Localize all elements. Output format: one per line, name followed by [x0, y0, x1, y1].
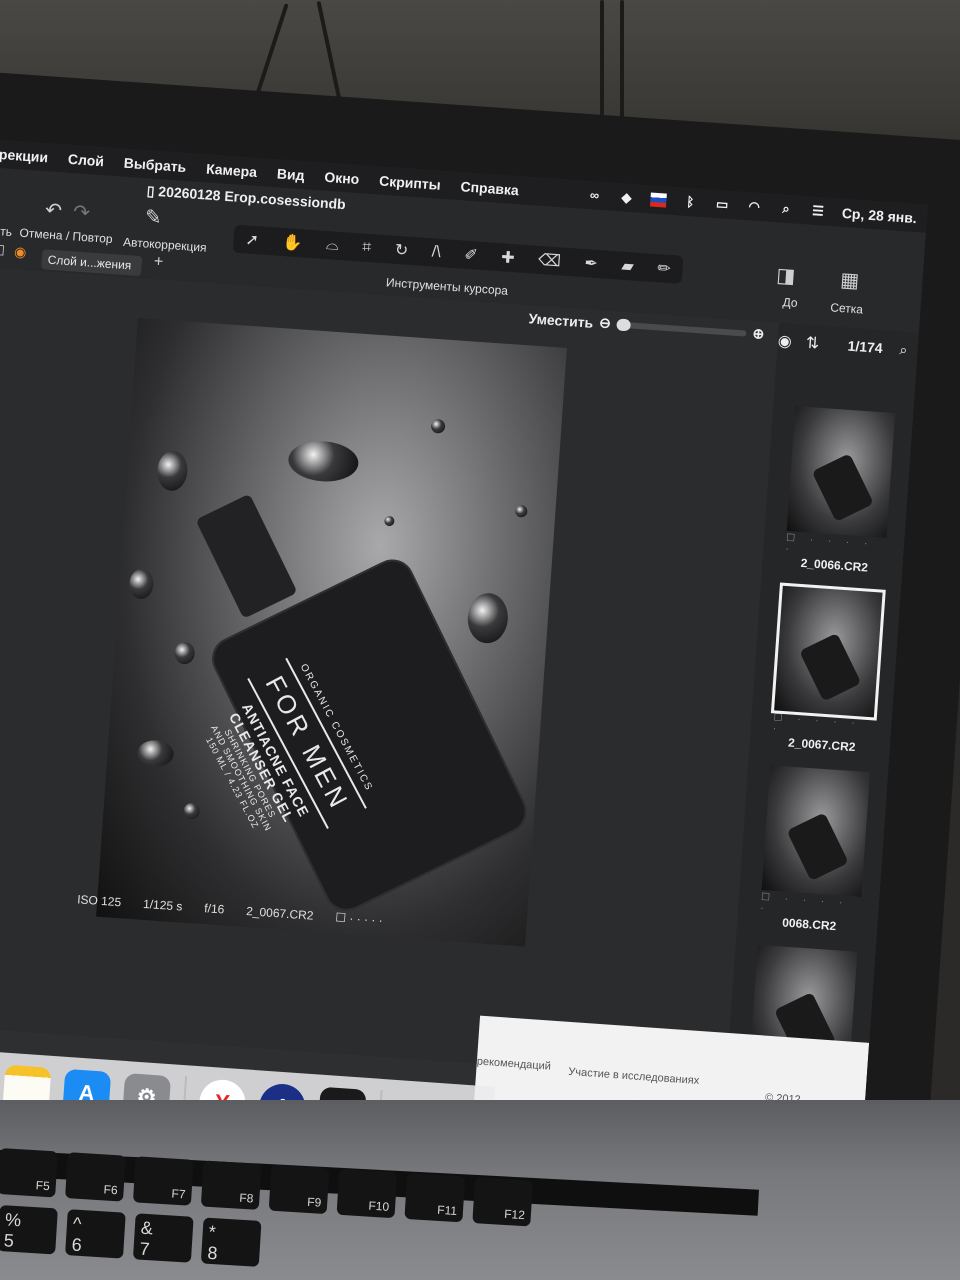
russian-flag-icon[interactable]: [649, 192, 667, 208]
before-after-icon[interactable]: ◨: [776, 263, 797, 289]
menubar-clock[interactable]: Ср, 28 янв.: [841, 205, 917, 226]
key-f6[interactable]: F6: [65, 1152, 126, 1202]
water-drop: [384, 515, 395, 527]
menu-item-select[interactable]: Выбрать: [123, 155, 186, 175]
add-layer-icon[interactable]: +: [153, 253, 164, 272]
water-drop: [430, 418, 446, 434]
menu-item-camera[interactable]: Камера: [206, 160, 258, 180]
control-center-icon[interactable]: ☰: [810, 203, 827, 219]
rating-checkbox[interactable]: ☐ · · · · ·: [335, 910, 383, 927]
crop-tool-icon[interactable]: ⌗: [362, 239, 372, 258]
undo-icon[interactable]: ↶: [44, 197, 62, 223]
exif-filename: 2_0067.CR2: [245, 904, 314, 923]
thumbnail-image[interactable]: [770, 582, 886, 721]
menu-item-corrections[interactable]: рекции: [0, 146, 49, 165]
gradient-tool-icon[interactable]: ▰: [621, 256, 635, 277]
healing-tool-icon[interactable]: ✚: [501, 247, 516, 268]
zoom-slider-knob[interactable]: [616, 317, 632, 331]
main-photo[interactable]: ORGANIC COSMETICS FOR MEN ANTIACNE FACE …: [96, 318, 567, 947]
rotate-tool-icon[interactable]: ↻: [394, 240, 409, 261]
key-f9[interactable]: F9: [268, 1164, 330, 1215]
dropbox-icon[interactable]: ◆: [618, 190, 635, 206]
keystone-tool-icon[interactable]: /\: [431, 243, 441, 262]
menu-item-window[interactable]: Окно: [324, 169, 360, 187]
bottle-pump: [195, 493, 298, 619]
cursor-tools-label: Инструменты курсора: [385, 275, 509, 298]
creative-cloud-icon[interactable]: ∞: [586, 187, 603, 203]
key-f11[interactable]: F11: [404, 1172, 466, 1223]
eye-toggle-icon[interactable]: ◉: [14, 243, 27, 261]
battery-icon[interactable]: ▭: [714, 196, 731, 212]
grid-label: Сетка: [829, 300, 864, 317]
key-f12[interactable]: F12: [472, 1177, 534, 1227]
wifi-icon[interactable]: ◠: [746, 198, 763, 214]
water-drop: [466, 591, 510, 645]
cursor-tools-group: ➚ ✋ ⌓ ⌗ ↻ /\ ✐ ✚ ⌫ ✒ ▰ ✏: [232, 224, 684, 284]
pointer-tool-icon[interactable]: ➚: [245, 229, 260, 250]
water-drop: [183, 802, 201, 820]
picker-tool-icon[interactable]: ✒: [584, 253, 599, 274]
water-drop: [287, 438, 360, 484]
square-icon[interactable]: ☐: [0, 242, 5, 260]
key-5[interactable]: % 5: [0, 1205, 58, 1255]
thumbnail-0068[interactable]: ☐ · · · · · 0068.CR2: [759, 765, 871, 935]
eraser-tool-icon[interactable]: ⌫: [538, 250, 562, 272]
zoom-slider[interactable]: [616, 317, 747, 337]
footer-link-research[interactable]: Участие в исследованиях: [568, 1066, 700, 1087]
bluetooth-icon[interactable]: ᛒ: [682, 194, 699, 210]
water-drop: [128, 568, 155, 600]
search-icon[interactable]: ⌕: [778, 201, 795, 216]
thumbnail-image[interactable]: [761, 765, 871, 897]
auto-correction-label: Автокоррекция: [122, 234, 208, 255]
before-label: До: [782, 295, 798, 311]
menu-item-help[interactable]: Справка: [460, 178, 519, 198]
thumbnail-image[interactable]: [786, 406, 896, 538]
zoom-out-icon[interactable]: ⊖: [599, 314, 612, 332]
auto-correction-wand-icon[interactable]: ✎: [144, 204, 162, 230]
key-6[interactable]: ^ 6: [65, 1209, 126, 1259]
exif-aperture: f/16: [203, 901, 225, 917]
key-f8[interactable]: F8: [200, 1160, 262, 1210]
redo-icon[interactable]: ↷: [72, 199, 90, 225]
search-icon[interactable]: ⌕: [899, 341, 908, 359]
thumbnail-0067[interactable]: ☐ · · · · · 2_0067.CR2: [770, 582, 886, 756]
sort-icon[interactable]: ⇅: [805, 333, 820, 354]
water-drop: [155, 449, 189, 492]
exif-iso: ISO 125: [76, 892, 122, 910]
menu-item-layer[interactable]: Слой: [67, 151, 104, 169]
thumbnail-0066[interactable]: ☐ · · · · · 2_0066.CR2: [784, 406, 896, 576]
brush-tool-icon[interactable]: ✐: [464, 245, 479, 266]
eye-icon[interactable]: ◉: [777, 331, 792, 352]
zoom-in-icon[interactable]: ⊕: [752, 325, 765, 343]
water-drop: [514, 504, 528, 518]
key-f10[interactable]: F10: [336, 1168, 398, 1219]
pan-hand-tool-icon[interactable]: ✋: [282, 232, 303, 253]
toolbar-left-label: ить: [0, 223, 13, 240]
menu-item-scripts[interactable]: Скрипты: [379, 173, 442, 193]
annotation-tool-icon[interactable]: ✏: [657, 258, 672, 279]
browser-header: ◉ ⇅ 1/174 ⌕: [774, 322, 919, 405]
exif-shutter: 1/125 s: [142, 896, 183, 914]
grid-view-icon[interactable]: ▦: [839, 267, 860, 293]
key-8[interactable]: * 8: [200, 1217, 262, 1267]
laptop-screen: рекции Слой Выбрать Камера Вид Окно Скри…: [0, 140, 928, 1183]
footer-link-recommendations[interactable]: рекомендаций: [476, 1056, 551, 1073]
zoom-fit-label[interactable]: Уместить: [528, 310, 594, 330]
loupe-tool-icon[interactable]: ⌓: [325, 236, 339, 255]
undo-redo-label: Отмена / Повтор: [19, 225, 114, 247]
key-f5[interactable]: F5: [0, 1148, 58, 1198]
image-viewer: Уместить ⊖ ⊕ ORGANIC COSMETICS FOR MEN A…: [0, 267, 780, 1081]
key-f7[interactable]: F7: [132, 1156, 194, 1206]
image-counter: 1/174: [847, 337, 884, 357]
water-drop: [173, 641, 196, 665]
key-7[interactable]: & 7: [132, 1213, 194, 1263]
menu-item-view[interactable]: Вид: [276, 165, 305, 183]
water-drop: [136, 739, 175, 768]
